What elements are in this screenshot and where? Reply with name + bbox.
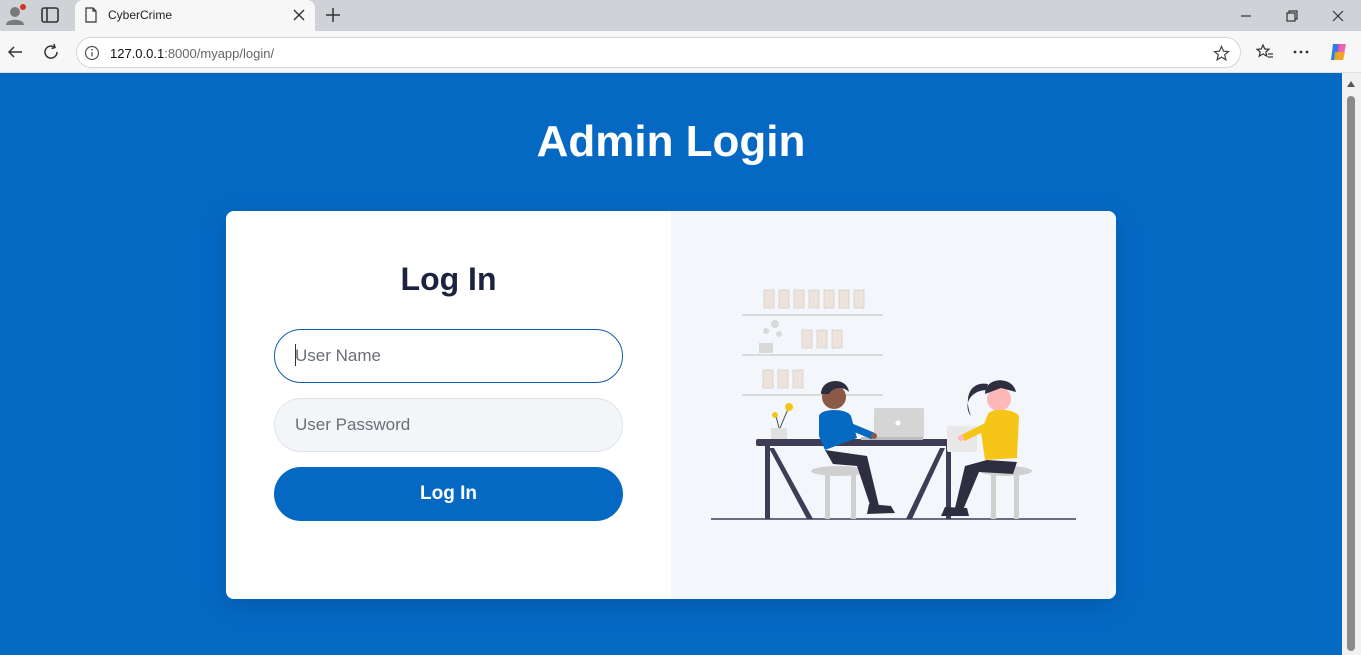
more-icon[interactable] [1292, 43, 1310, 61]
restore-icon[interactable] [1284, 8, 1300, 24]
login-form: Log In Log In [226, 211, 671, 599]
favorites-icon[interactable] [1256, 43, 1274, 61]
page-title: Admin Login [536, 117, 806, 166]
browser-tab-bar: CyberCrime [0, 0, 1361, 31]
page-scrollbar[interactable] [1342, 73, 1361, 655]
table [756, 439, 958, 519]
text-caret [295, 344, 296, 366]
username-input[interactable] [274, 329, 623, 383]
star-icon[interactable] [1213, 45, 1230, 62]
password-input[interactable] [274, 398, 623, 452]
woman-figure [941, 380, 1019, 516]
login-button[interactable]: Log In [274, 467, 623, 521]
illustration-panel [671, 211, 1116, 599]
info-icon[interactable] [84, 45, 100, 61]
minimize-icon[interactable] [1238, 8, 1254, 24]
scroll-up-arrow-icon[interactable] [1347, 81, 1355, 87]
close-icon[interactable] [292, 8, 306, 22]
copilot-icon[interactable] [1328, 41, 1350, 63]
office-illustration [711, 289, 1076, 520]
man-figure [819, 380, 895, 514]
active-tab[interactable]: CyberCrime [75, 0, 315, 31]
back-icon[interactable] [6, 43, 24, 61]
table-plant [771, 403, 793, 439]
shelf-plant [759, 320, 782, 353]
profile-icon[interactable] [4, 4, 26, 26]
url-text: 127.0.0.1:8000/myapp/login/ [110, 46, 274, 61]
plus-icon[interactable] [324, 6, 342, 24]
page-icon [85, 7, 97, 23]
shelf-items [762, 289, 865, 389]
tab-title: CyberCrime [108, 8, 173, 22]
refresh-icon[interactable] [42, 43, 60, 61]
page-body: Admin Login Log In Log In [0, 73, 1342, 655]
tab-actions-icon[interactable] [40, 6, 60, 24]
browser-toolbar: 127.0.0.1:8000/myapp/login/ [0, 31, 1361, 73]
address-bar[interactable]: 127.0.0.1:8000/myapp/login/ [76, 37, 1241, 68]
close-window-icon[interactable] [1330, 8, 1346, 24]
login-card: Log In Log In [226, 211, 1116, 599]
url-host: 127.0.0.1 [110, 46, 165, 61]
url-path: :8000/myapp/login/ [164, 46, 275, 61]
form-title: Log In [400, 261, 497, 297]
scroll-thumb[interactable] [1347, 96, 1355, 651]
